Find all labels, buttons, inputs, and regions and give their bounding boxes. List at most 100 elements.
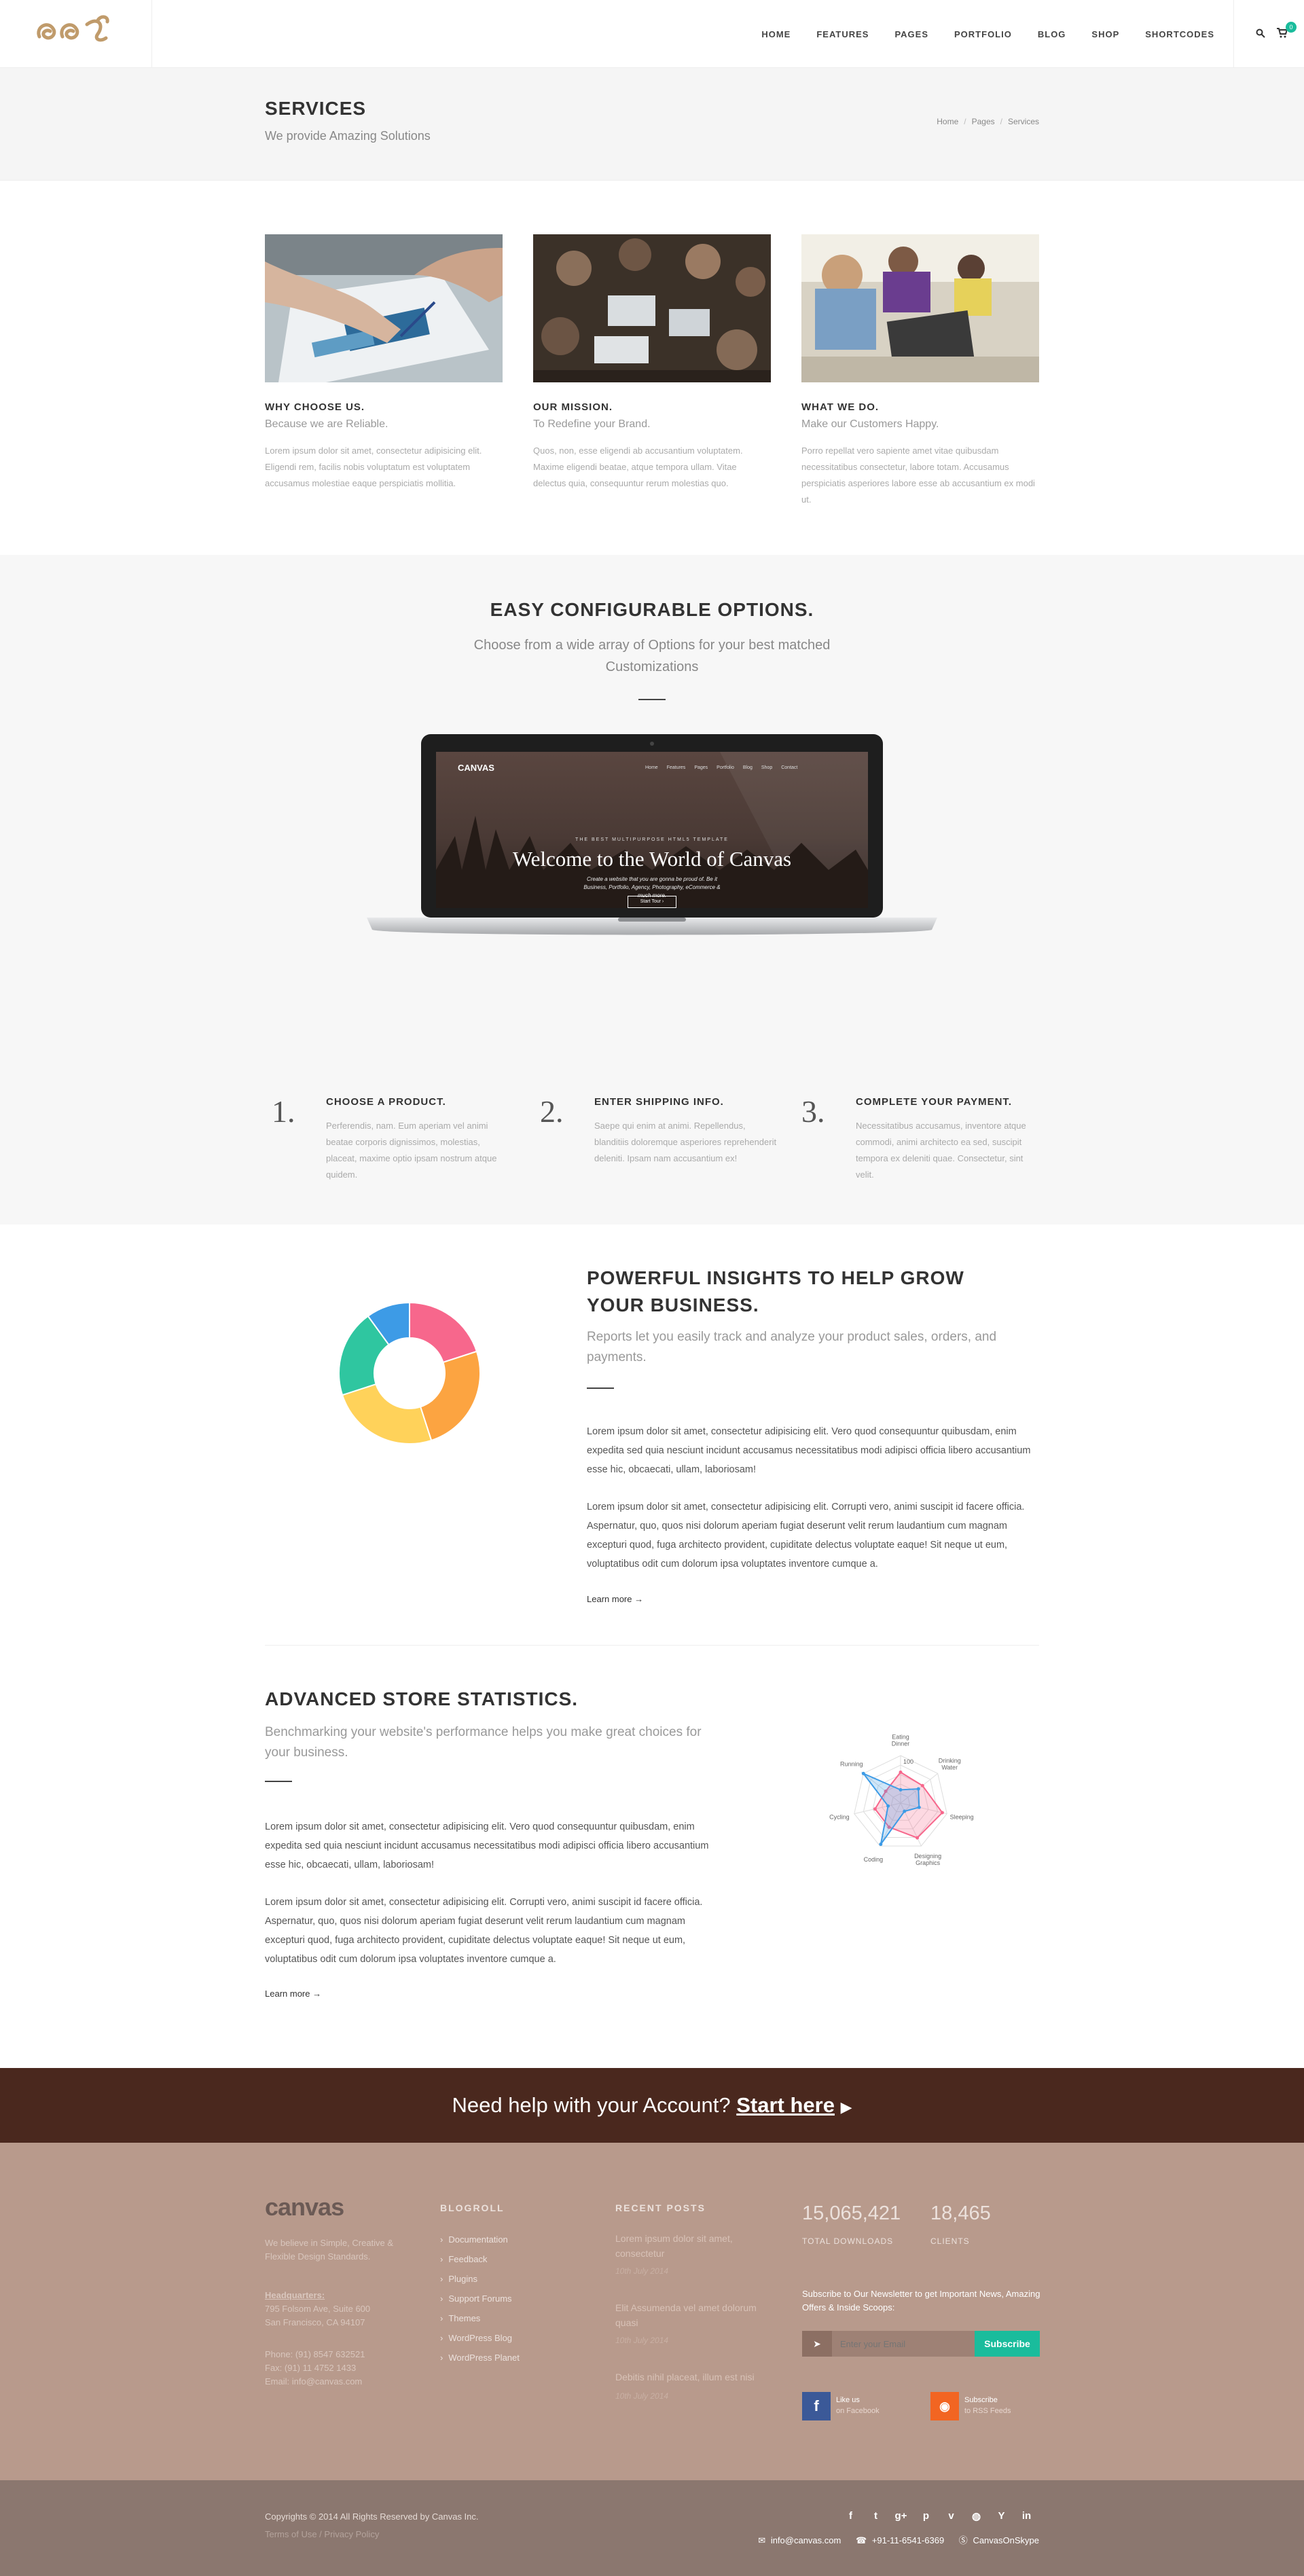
- blogroll-item[interactable]: Documentation: [440, 2230, 520, 2249]
- blogroll-item[interactable]: WordPress Blog: [440, 2328, 520, 2348]
- rss-icon: ◉: [930, 2392, 959, 2420]
- breadcrumb-pages[interactable]: Pages: [972, 117, 995, 126]
- radar-axis-label: Graphics: [916, 1860, 941, 1866]
- github-icon[interactable]: ◍: [964, 2510, 989, 2522]
- vimeo-icon[interactable]: v: [939, 2510, 964, 2522]
- contact-row: ✉ info@canvas.com ☎ +91-11-6541-6369 Ⓢ C…: [746, 2533, 1039, 2546]
- send-icon: ➤: [802, 2331, 832, 2357]
- nav-features[interactable]: Features: [816, 29, 869, 39]
- store-learn-more-link[interactable]: Learn more →: [265, 1989, 321, 1999]
- facebook-icon: f: [802, 2392, 831, 2420]
- radar-axis-label: Cycling: [829, 1814, 850, 1821]
- nav-portfolio[interactable]: Portfolio: [954, 29, 1012, 39]
- nav-home[interactable]: Home: [761, 29, 791, 39]
- footer-fax: Fax: (91) 11 4752 1433: [265, 2363, 357, 2373]
- feature-text: Quos, non, esse eligendi ab accusantium …: [533, 446, 743, 488]
- rss-subscribe-box[interactable]: ◉ Subscribe to RSS Feeds: [930, 2392, 1039, 2422]
- blogroll-item[interactable]: Support Forums: [440, 2289, 520, 2308]
- nav-shop[interactable]: Shop: [1091, 29, 1119, 39]
- footer-phone: Phone: (91) 8547 632521: [265, 2349, 365, 2359]
- page-title: SERVICES: [265, 98, 367, 119]
- insights-lead: Reports let you easily track and analyze…: [587, 1330, 997, 1364]
- insights-title: POWERFUL INSIGHTS TO HELP GROW YOUR BUSI…: [587, 1267, 964, 1316]
- screen-nav: Home Features Pages Portfolio Blog Shop …: [645, 765, 797, 770]
- twitter-icon[interactable]: t: [863, 2510, 888, 2522]
- screen-nav-item: Portfolio: [717, 765, 734, 770]
- newsletter-text: Subscribe to Our Newsletter to get Impor…: [802, 2289, 1040, 2312]
- contact-email[interactable]: info@canvas.com: [771, 2535, 841, 2545]
- feature-text: Lorem ipsum dolor sit amet, consectetur …: [265, 446, 482, 488]
- promo-link-label: Start here: [736, 2093, 835, 2117]
- recent-post-title[interactable]: Elit Assumenda vel amet dolorum quasi: [615, 2300, 778, 2330]
- breadcrumb-current: Services: [1007, 117, 1039, 126]
- radar-axis-label: Water: [941, 1764, 958, 1771]
- donut-chart: [338, 1301, 481, 1445]
- blogroll-item[interactable]: WordPress Planet: [440, 2348, 520, 2368]
- recent-post-title[interactable]: Debitis nihil placeat, illum est nisi: [615, 2370, 778, 2384]
- nav-tools: 0: [1233, 0, 1304, 68]
- blogroll-item[interactable]: Themes: [440, 2308, 520, 2328]
- subscribe-button[interactable]: Subscribe: [975, 2331, 1040, 2357]
- laptop-mockup: CANVAS Home Features Pages Portfolio Blo…: [367, 734, 937, 939]
- store-title: ADVANCED STORE STATISTICS.: [265, 1688, 579, 1709]
- pinterest-icon[interactable]: p: [913, 2510, 939, 2522]
- screen-nav-item: Home: [645, 765, 658, 770]
- nav-pages[interactable]: Pages: [894, 29, 928, 39]
- screen-nav-item: Shop: [761, 765, 773, 770]
- feature-why-choose-us: WHY CHOOSE US. Because we are Reliable. …: [265, 234, 503, 492]
- radar-axis-label: Designing: [914, 1853, 941, 1860]
- rss-line-2: to RSS Feeds: [964, 2407, 1011, 2415]
- insights-paragraph-1: Lorem ipsum dolor sit amet, consectetur …: [587, 1426, 1031, 1475]
- google-plus-icon[interactable]: g+: [888, 2510, 913, 2522]
- promo-start-link[interactable]: Start here ▶: [736, 2093, 852, 2117]
- screen-brand: CANVAS: [458, 763, 494, 773]
- site-header: Home Features Pages Portfolio Blog Shop …: [0, 0, 1304, 68]
- screen-nav-item: Features: [666, 765, 686, 770]
- donut-slice-B: [419, 1350, 481, 1442]
- feature-title: OUR MISSION.: [533, 401, 613, 413]
- breadcrumb-separator: /: [964, 117, 966, 126]
- recent-posts-title: RECENT POSTS: [615, 2202, 706, 2213]
- facebook-like-box[interactable]: f Like us on Facebook: [802, 2392, 911, 2422]
- screen-start-button: Start Tour ›: [628, 896, 676, 908]
- section-separator: [265, 1645, 1039, 1646]
- recent-post-date: 10th July 2014: [615, 2266, 669, 2276]
- radar-point: [886, 1804, 890, 1808]
- nav-blog[interactable]: Blog: [1038, 29, 1066, 39]
- facebook-line-2: on Facebook: [836, 2407, 880, 2415]
- newsletter-email-input[interactable]: [832, 2331, 975, 2357]
- insights-learn-more-link[interactable]: Learn more →: [587, 1594, 643, 1604]
- feature-title: WHY CHOOSE US.: [265, 401, 365, 413]
- search-icon[interactable]: [1256, 29, 1265, 38]
- downloads-count: 15,065,421: [802, 2202, 901, 2224]
- envelope-icon: ✉: [758, 2535, 766, 2545]
- logo[interactable]: [0, 0, 152, 68]
- radar-point: [916, 1836, 920, 1840]
- screen-kicker: THE BEST MULTIPURPOSE HTML5 TEMPLATE: [575, 837, 729, 842]
- linkedin-icon[interactable]: in: [1014, 2510, 1039, 2522]
- blogroll-item[interactable]: Feedback: [440, 2249, 520, 2269]
- caret-right-icon: ▶: [840, 2099, 852, 2116]
- terms-privacy-link[interactable]: Terms of Use / Privacy Policy: [265, 2529, 379, 2539]
- recent-post-title[interactable]: Lorem ipsum dolor sit amet, consectetur: [615, 2231, 778, 2261]
- footer-about: We believe in Simple, Creative & Flexibl…: [265, 2238, 394, 2262]
- screen-nav-item: Blog: [742, 765, 753, 770]
- nav-shortcodes[interactable]: Shortcodes: [1145, 29, 1214, 39]
- blogroll-list: Documentation Feedback Plugins Support F…: [440, 2230, 520, 2368]
- radar-axis-label: Dinner: [892, 1741, 910, 1747]
- blogroll-item[interactable]: Plugins: [440, 2269, 520, 2289]
- divider: [638, 699, 666, 700]
- footer-logo: canvas: [265, 2193, 344, 2221]
- step-text: Perferendis, nam. Eum aperiam vel animi …: [326, 1121, 497, 1180]
- yahoo-icon[interactable]: Y: [989, 2510, 1014, 2522]
- contact-skype[interactable]: CanvasOnSkype: [973, 2535, 1039, 2545]
- radar-tick-label: 100: [903, 1758, 913, 1765]
- skype-icon: Ⓢ: [958, 2535, 968, 2545]
- options-lead: Choose from a wide array of Options for …: [473, 638, 831, 674]
- footer-hq-line: San Francisco, CA 94107: [265, 2317, 365, 2327]
- breadcrumb-home[interactable]: Home: [937, 117, 958, 126]
- promo-bar: Need help with your Account? Start here …: [0, 2068, 1304, 2143]
- page-subtitle: We provide Amazing Solutions: [265, 129, 431, 143]
- facebook-icon[interactable]: f: [838, 2510, 863, 2522]
- screen-headline: Welcome to the World of Canvas: [512, 847, 792, 871]
